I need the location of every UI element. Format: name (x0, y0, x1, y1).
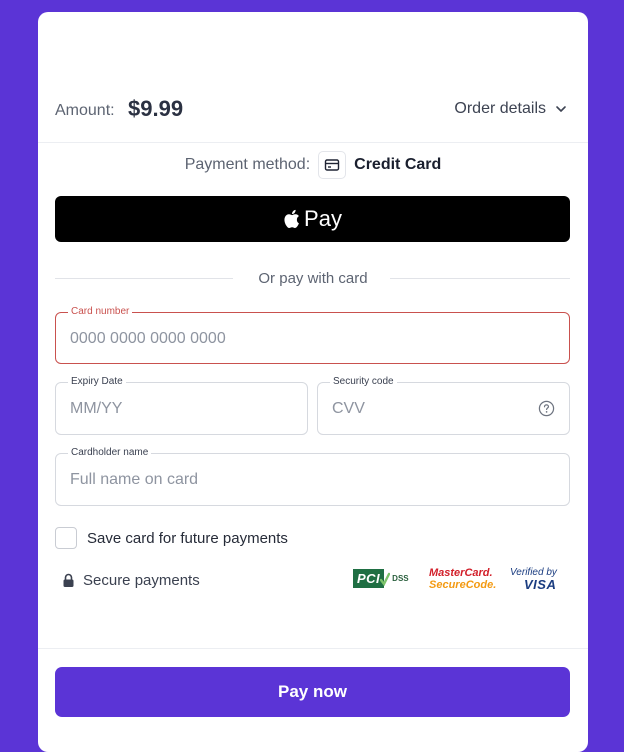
security-code-placeholder: CVV (332, 400, 365, 417)
card-number-label: Card number (68, 306, 133, 317)
save-card-checkbox[interactable] (55, 527, 77, 549)
help-circle-icon[interactable] (538, 400, 555, 417)
security-code-field[interactable]: Security code CVV (317, 376, 570, 435)
save-card-row: Save card for future payments (55, 527, 288, 549)
secure-payments-label: Secure payments (83, 572, 200, 589)
security-badges: PCI DSS MasterCard. SecureCode. Verified… (353, 567, 568, 597)
chevron-down-icon (556, 106, 566, 112)
payment-method-row: Payment method: Credit Card (38, 150, 588, 180)
cardholder-name-placeholder: Full name on card (70, 471, 199, 488)
expiry-date-label: Expiry Date (68, 376, 126, 387)
divider-right (390, 278, 570, 279)
amount-row: Amount: $9.99 Order details (38, 82, 588, 143)
secure-payments: Secure payments (62, 572, 200, 589)
apple-pay-label: Pay (304, 206, 342, 231)
amount-value: $9.99 (128, 96, 184, 121)
lock-icon (63, 573, 74, 587)
payment-method-label: Payment method: (184, 156, 311, 173)
pay-now-button[interactable]: Pay now (55, 667, 570, 717)
credit-card-icon (318, 151, 347, 179)
card-number-field[interactable]: Card number 0000 0000 0000 0000 (55, 306, 570, 364)
cardholder-name-label: Cardholder name (68, 447, 152, 458)
order-details-toggle[interactable]: Order details (454, 100, 568, 118)
check-icon (380, 572, 391, 586)
security-code-label: Security code (330, 376, 397, 387)
mastercard-text: MasterCard. (429, 567, 493, 579)
expiry-date-placeholder: MM/YY (70, 400, 123, 417)
mastercard-securecode-logo: MasterCard. SecureCode. (429, 567, 496, 591)
securecode-text: SecureCode. (429, 579, 497, 591)
cardholder-name-field[interactable]: Cardholder name Full name on card (55, 447, 570, 506)
apple-icon (284, 209, 299, 228)
visa-text: VISA (524, 577, 557, 592)
apple-pay-button[interactable]: Pay (55, 196, 570, 242)
amount-label: Amount: (55, 102, 115, 119)
payment-card: Amount: $9.99 Order details Payment meth… (38, 12, 588, 752)
footer-divider (38, 648, 588, 649)
pci-dss-logo: PCI DSS (353, 569, 409, 588)
order-details-label: Order details (454, 100, 546, 117)
save-card-label: Save card for future payments (87, 529, 288, 547)
verified-by-visa-logo: Verified by VISA (510, 567, 557, 591)
payment-method-value: Credit Card (354, 156, 442, 173)
dss-logo-text: DSS (392, 574, 409, 583)
card-number-placeholder: 0000 0000 0000 0000 (70, 330, 226, 347)
expiry-date-field[interactable]: Expiry Date MM/YY (55, 376, 308, 435)
